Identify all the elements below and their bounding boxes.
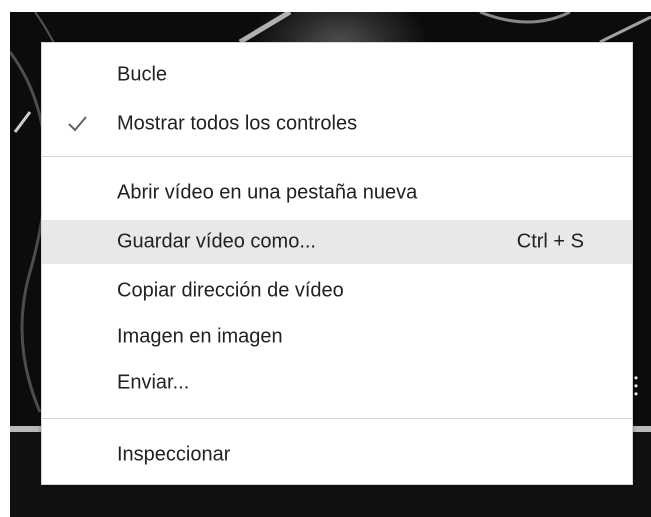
menu-separator [42,156,632,157]
menu-item-open-in-new-tab[interactable]: Abrir vídeo en una pestaña nueva [42,171,632,215]
menu-item-label: Bucle [117,63,168,86]
menu-item-label: Copiar dirección de vídeo [117,279,344,302]
menu-item-label: Mostrar todos los controles [117,112,358,135]
menu-item-save-video-as[interactable]: Guardar vídeo como... Ctrl + S [42,220,632,264]
vertical-dots-icon[interactable]: • • • [633,372,639,400]
screen: • • • Bucle Mostrar todos los controles Ab… [0,0,651,517]
menu-item-label: Abrir vídeo en una pestaña nueva [117,181,418,204]
menu-item-shortcut: Ctrl + S [516,230,584,253]
menu-item-cast[interactable]: Enviar... [42,361,632,405]
menu-item-inspect[interactable]: Inspeccionar [42,433,632,477]
menu-item-label: Guardar vídeo como... [117,230,316,253]
menu-item-label: Inspeccionar [117,443,231,466]
checkmark-icon [68,116,87,132]
menu-item-label: Enviar... [117,371,190,394]
menu-separator [42,418,632,419]
menu-item-label: Imagen en imagen [117,325,283,348]
context-menu: Bucle Mostrar todos los controles Abrir … [41,42,633,485]
menu-item-loop[interactable]: Bucle [42,53,632,97]
menu-item-show-controls[interactable]: Mostrar todos los controles [42,102,632,146]
menu-item-copy-video-address[interactable]: Copiar dirección de vídeo [42,269,632,313]
menu-item-picture-in-picture[interactable]: Imagen en imagen [42,315,632,359]
